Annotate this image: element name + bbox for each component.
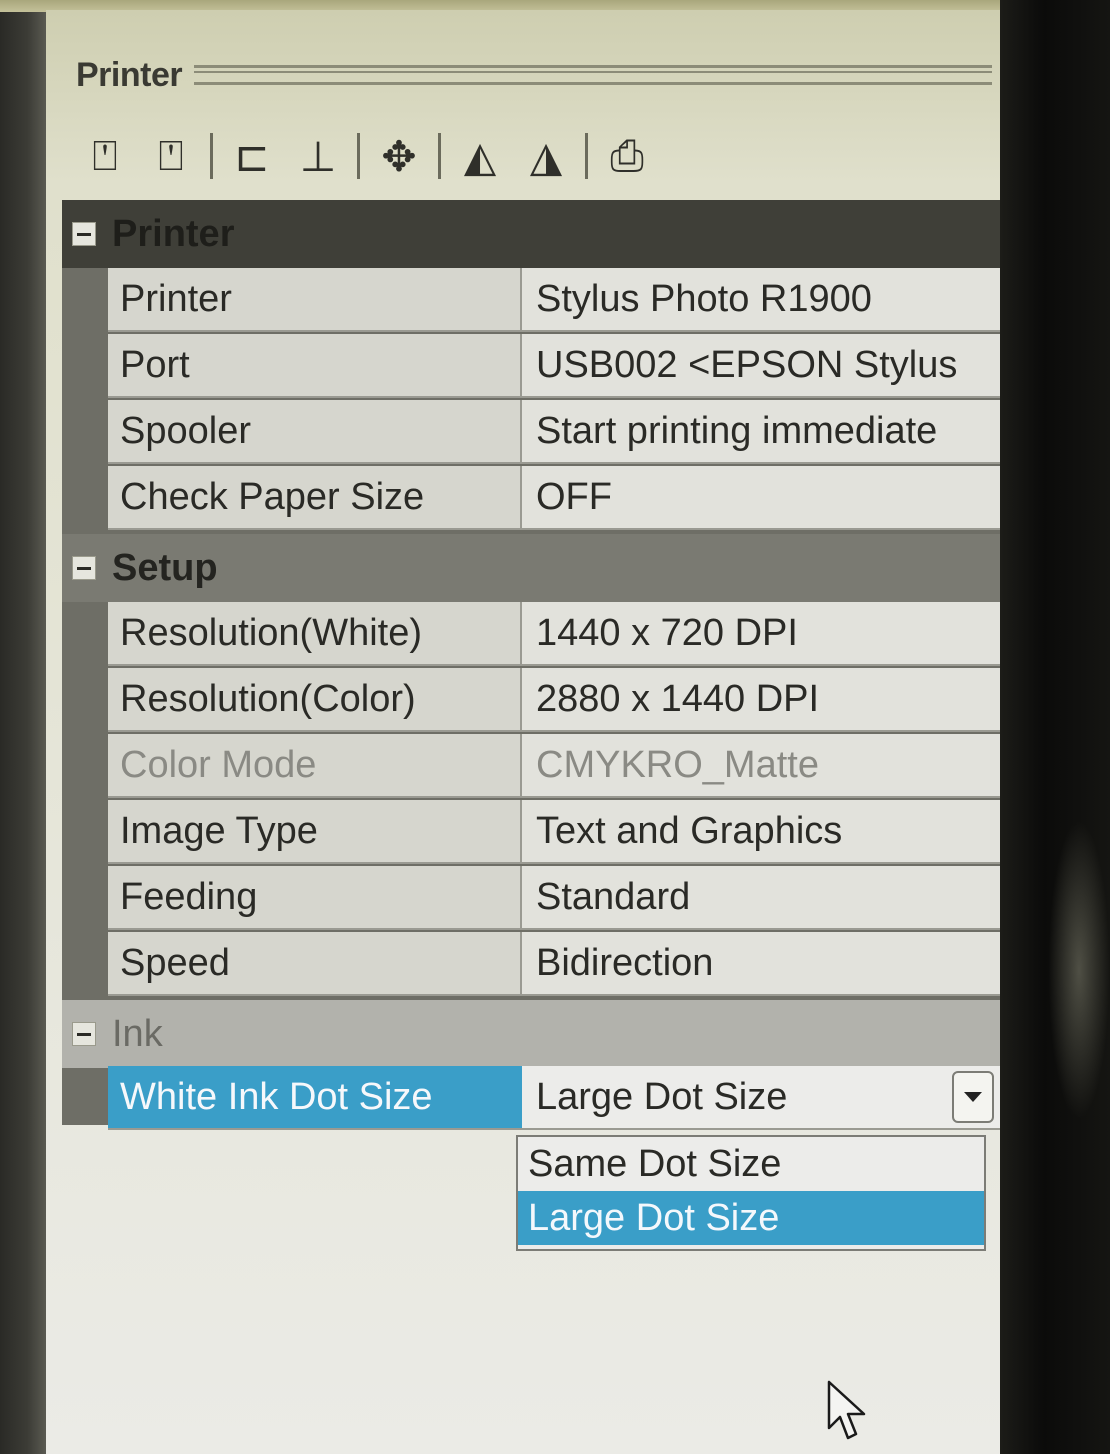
- property-value-dropdown[interactable]: Large Dot Size: [522, 1066, 1002, 1130]
- property-row-port[interactable]: Port USB002 <EPSON Stylus: [108, 334, 1002, 400]
- dot-size-dropdown-list: Same Dot Size Large Dot Size: [516, 1135, 986, 1251]
- category-label: Printer: [112, 212, 235, 255]
- monitor-bezel-right: [1000, 0, 1110, 1454]
- flip-rotate-icon[interactable]: ◭: [447, 126, 513, 186]
- property-name: Color Mode: [108, 734, 522, 798]
- dropdown-option-selected[interactable]: Large Dot Size: [518, 1191, 984, 1245]
- property-name: Image Type: [108, 800, 522, 864]
- collapse-icon[interactable]: [72, 1022, 96, 1046]
- property-value[interactable]: Stylus Photo R1900: [522, 268, 1002, 332]
- property-value[interactable]: Standard: [522, 866, 1002, 930]
- property-value[interactable]: 2880 x 1440 DPI: [522, 668, 1002, 732]
- toolbar-separator: [438, 133, 441, 179]
- property-value: CMYKRO_Matte: [522, 734, 1002, 798]
- collapse-icon[interactable]: [72, 556, 96, 580]
- dropdown-current-value: Large Dot Size: [536, 1075, 788, 1118]
- panel-title: Printer: [76, 55, 183, 94]
- toolbar: ⍞ ⍞ ⊏ ⊥ ✥ ◭ ◮ ⎙: [72, 122, 992, 190]
- property-name: Resolution(White): [108, 602, 522, 666]
- property-name: Resolution(Color): [108, 668, 522, 732]
- category-printer[interactable]: Printer: [62, 200, 1002, 268]
- toolbar-separator: [357, 133, 360, 179]
- property-grid: Printer Printer Stylus Photo R1900 Port …: [62, 200, 1002, 1130]
- title-grip[interactable]: [194, 65, 992, 85]
- property-name: Check Paper Size: [108, 466, 522, 530]
- panel-title-bar: Printer: [76, 50, 992, 100]
- property-value[interactable]: Bidirection: [522, 932, 1002, 996]
- property-name: Feeding: [108, 866, 522, 930]
- category-label: Ink: [112, 1012, 163, 1055]
- center-icon[interactable]: ✥: [366, 126, 432, 186]
- printer-settings-panel: Printer ⍞ ⍞ ⊏ ⊥ ✥ ◭ ◮ ⎙ Printer Printer …: [46, 10, 1002, 1454]
- property-value[interactable]: USB002 <EPSON Stylus: [522, 334, 1002, 398]
- monitor-bezel-left: [0, 0, 46, 1454]
- property-row-feeding[interactable]: Feeding Standard: [108, 866, 1002, 932]
- property-name: Printer: [108, 268, 522, 332]
- property-row-resolution-color[interactable]: Resolution(Color) 2880 x 1440 DPI: [108, 668, 1002, 734]
- collapse-icon[interactable]: [72, 222, 96, 246]
- property-value[interactable]: OFF: [522, 466, 1002, 530]
- mirror-icon[interactable]: ◮: [513, 126, 579, 186]
- screen-glare: [1048, 820, 1110, 1120]
- category-label: Setup: [112, 546, 218, 589]
- mouse-pointer-icon: [827, 1380, 866, 1440]
- property-row-resolution-white[interactable]: Resolution(White) 1440 x 720 DPI: [108, 602, 1002, 668]
- property-row-image-type[interactable]: Image Type Text and Graphics: [108, 800, 1002, 866]
- property-row-printer[interactable]: Printer Stylus Photo R1900: [108, 268, 1002, 334]
- move-vertical-icon[interactable]: ⊥: [285, 126, 351, 186]
- property-row-check-paper-size[interactable]: Check Paper Size OFF: [108, 466, 1002, 532]
- property-row-color-mode: Color Mode CMYKRO_Matte: [108, 734, 1002, 800]
- printer-icon[interactable]: ⎙: [594, 126, 660, 186]
- property-name: Speed: [108, 932, 522, 996]
- property-name: Port: [108, 334, 522, 398]
- toolbar-separator: [210, 133, 213, 179]
- move-horizontal-icon[interactable]: ⊏: [219, 126, 285, 186]
- property-value[interactable]: Start printing immediate: [522, 400, 1002, 464]
- dropdown-option[interactable]: Same Dot Size: [518, 1137, 984, 1191]
- property-value[interactable]: 1440 x 720 DPI: [522, 602, 1002, 666]
- category-setup[interactable]: Setup: [62, 534, 1002, 602]
- chevron-down-icon[interactable]: [952, 1071, 994, 1123]
- property-name: White Ink Dot Size: [108, 1066, 522, 1130]
- align-top-right-icon[interactable]: ⍞: [138, 126, 204, 186]
- property-value[interactable]: Text and Graphics: [522, 800, 1002, 864]
- property-row-speed[interactable]: Speed Bidirection: [108, 932, 1002, 998]
- property-name: Spooler: [108, 400, 522, 464]
- toolbar-separator: [585, 133, 588, 179]
- property-row-white-ink-dot-size[interactable]: White Ink Dot Size Large Dot Size: [108, 1066, 1002, 1130]
- property-row-spooler[interactable]: Spooler Start printing immediate: [108, 400, 1002, 466]
- align-top-left-icon[interactable]: ⍞: [72, 126, 138, 186]
- category-ink[interactable]: Ink: [62, 1000, 1002, 1068]
